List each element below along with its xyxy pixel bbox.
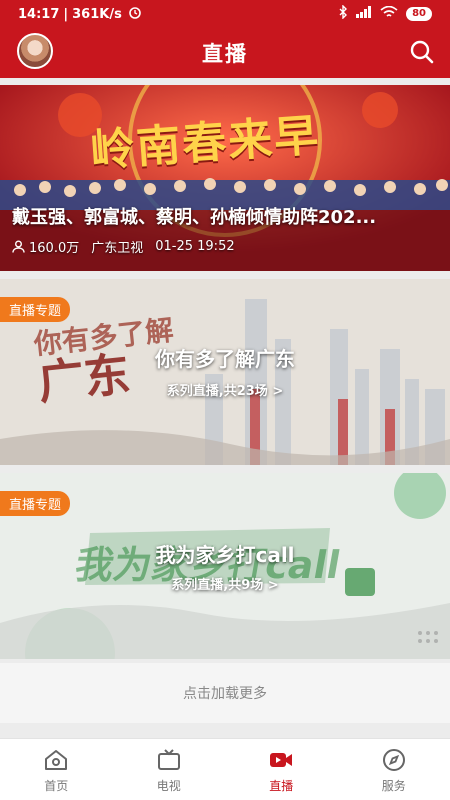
tab-live[interactable]: 直播 — [225, 739, 338, 800]
person-icon — [12, 240, 25, 253]
tab-label: 电视 — [156, 779, 181, 793]
header: 直播 — [0, 28, 450, 78]
status-right: 80 — [338, 4, 432, 23]
bluetooth-icon — [338, 4, 348, 23]
tab-services[interactable]: 服务 — [338, 739, 450, 800]
home-icon — [45, 750, 68, 770]
special-title: 你有多了解广东 — [155, 347, 295, 371]
channel-name: 广东卫视 — [91, 241, 144, 256]
special-title: 我为家乡打call — [155, 543, 295, 567]
tab-label: 首页 — [44, 779, 69, 793]
live-datetime: 01-25 19:52 — [155, 239, 235, 254]
tab-home[interactable]: 首页 — [0, 739, 113, 800]
special-subtitle-link[interactable]: 系列直播,共9场 > — [0, 574, 450, 593]
bottom-tab-bar: 首页 电视 直播 服务 — [0, 738, 450, 800]
special-subtitle-link[interactable]: 系列直播,共23场 > — [0, 380, 450, 399]
tab-label: 服务 — [381, 779, 406, 793]
load-more-button[interactable]: 点击加载更多 — [0, 663, 450, 723]
special-badge: 直播专题 — [0, 491, 71, 516]
search-icon[interactable] — [408, 38, 436, 66]
live-meta: 160.0万 广东卫视 01-25 19:52 — [12, 237, 235, 256]
live-title: 戴玉强、郭富城、蔡明、孙楠倾情助阵202... — [12, 207, 377, 228]
status-speed: 361K/s — [72, 6, 122, 22]
tab-tv[interactable]: 电视 — [113, 739, 226, 800]
live-video-icon — [270, 753, 293, 767]
viewer-count: 160.0万 — [12, 237, 79, 256]
alarm-icon — [128, 5, 142, 23]
special-topic-card[interactable]: 我为家乡打call 直播专题 我为家乡打call 系列直播,共9场 > — [0, 473, 450, 659]
special-badge: 直播专题 — [0, 297, 71, 322]
signal-icon — [356, 6, 372, 22]
status-bar: 14:17 | 361K/s 80 — [0, 0, 450, 28]
tab-label: 直播 — [269, 779, 294, 793]
page-title: 直播 — [202, 42, 248, 66]
wifi-icon — [380, 5, 398, 23]
status-divider: | — [63, 6, 69, 22]
compass-icon — [382, 749, 405, 771]
viewer-count-value: 160.0万 — [29, 241, 80, 256]
special-topic-card[interactable]: 广东 你有多了解 直播专题 你有多了解广东 系列直播,共23场 > — [0, 279, 450, 465]
tv-icon — [157, 749, 180, 770]
avatar[interactable] — [17, 33, 53, 69]
status-time: 14:17 — [18, 6, 60, 22]
battery-indicator: 80 — [406, 7, 432, 21]
live-program-card[interactable]: 岭南春来早 戴玉强、郭富城、蔡明、孙楠倾情助阵202... 160.0万 广东卫… — [0, 85, 450, 271]
app-top-bar: 14:17 | 361K/s 80 直播 — [0, 0, 450, 78]
